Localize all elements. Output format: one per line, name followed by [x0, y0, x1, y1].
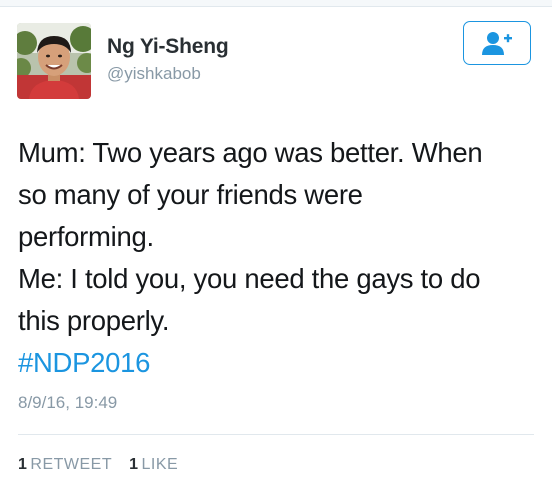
- tweet-text: Mum: Two years ago was better. When so m…: [18, 132, 538, 384]
- top-separator: [0, 0, 552, 7]
- tweet-line: performing.: [18, 221, 154, 252]
- avatar[interactable]: [17, 23, 91, 99]
- like-label: LIKE: [141, 456, 179, 473]
- tweet-stats: 1 RETWEET 1 LIKE: [18, 456, 190, 474]
- tweet-line: this properly.: [18, 305, 170, 336]
- add-user-icon: [482, 32, 512, 55]
- divider: [18, 434, 534, 435]
- follow-button[interactable]: [463, 21, 531, 65]
- hashtag-link[interactable]: #NDP2016: [18, 342, 538, 384]
- tweet-timestamp[interactable]: 8/9/16, 19:49: [18, 393, 117, 413]
- tweet-line: Mum: Two years ago was better. When: [18, 137, 483, 168]
- username-handle[interactable]: @yishkabob: [107, 64, 201, 84]
- retweet-count: 1: [18, 456, 28, 473]
- retweet-stat[interactable]: 1 RETWEET: [18, 456, 112, 473]
- tweet-line: Me: I told you, you need the gays to do: [18, 263, 481, 294]
- avatar-photo: [17, 23, 91, 99]
- display-name[interactable]: Ng Yi-Sheng: [107, 35, 229, 59]
- tweet-line: so many of your friends were: [18, 179, 363, 210]
- like-stat[interactable]: 1 LIKE: [129, 456, 178, 473]
- like-count: 1: [129, 456, 139, 473]
- retweet-label: RETWEET: [30, 456, 113, 473]
